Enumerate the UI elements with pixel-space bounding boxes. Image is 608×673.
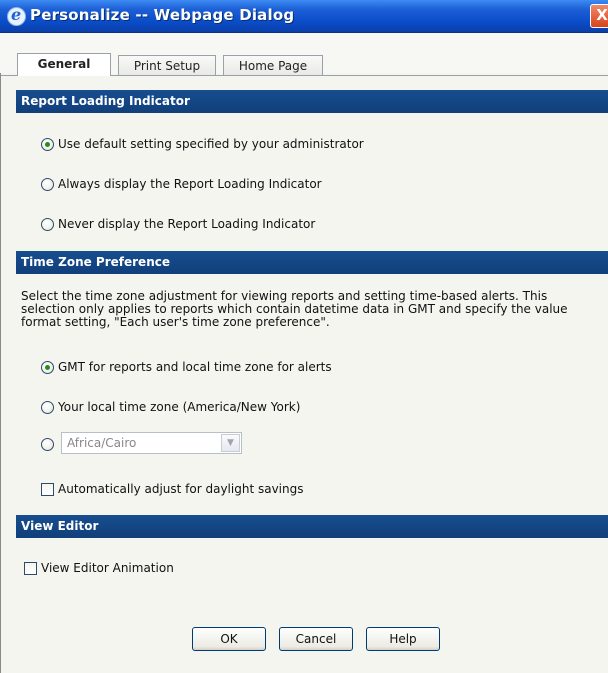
close-button[interactable]: X <box>590 4 608 28</box>
view-editor-animation-checkbox[interactable] <box>24 562 37 575</box>
time-zone-description: Select the time zone adjustment for view… <box>21 289 568 329</box>
radio-button-checked[interactable] <box>41 138 54 151</box>
cancel-button[interactable]: Cancel <box>279 627 353 651</box>
daylight-savings-option[interactable]: Automatically adjust for daylight saving… <box>41 481 303 497</box>
radio-label: Never display the Report Loading Indicat… <box>58 217 316 231</box>
radio-label: Always display the Report Loading Indica… <box>58 177 322 191</box>
tab-print-setup[interactable]: Print Setup <box>118 55 216 76</box>
view-editor-animation-option[interactable]: View Editor Animation <box>24 560 174 576</box>
time-zone-select[interactable]: Africa/Cairo ▼ <box>61 432 242 454</box>
radio-button[interactable] <box>41 401 54 414</box>
daylight-savings-checkbox[interactable] <box>41 483 54 496</box>
radio-option-always[interactable]: Always display the Report Loading Indica… <box>41 176 322 192</box>
radio-label: Use default setting specified by your ad… <box>58 137 364 151</box>
radio-button-checked[interactable] <box>41 361 54 374</box>
section-header-view-editor: View Editor <box>16 515 608 538</box>
select-value: Africa/Cairo <box>67 436 137 450</box>
checkbox-label: Automatically adjust for daylight saving… <box>58 482 304 496</box>
title-bar: Personalize -- Webpage Dialog X <box>0 0 608 33</box>
dialog-left-border <box>0 73 1 673</box>
chevron-down-icon[interactable]: ▼ <box>221 434 240 452</box>
radio-button[interactable] <box>41 178 54 191</box>
window-title: Personalize -- Webpage Dialog <box>30 6 295 24</box>
tab-general[interactable]: General <box>17 53 111 76</box>
help-button[interactable]: Help <box>366 627 440 651</box>
ok-button[interactable]: OK <box>192 627 266 651</box>
radio-label: Your local time zone (America/New York) <box>58 400 301 414</box>
radio-option-local-time-zone[interactable]: Your local time zone (America/New York) <box>41 399 300 415</box>
checkbox-label: View Editor Animation <box>41 561 174 575</box>
radio-option-never[interactable]: Never display the Report Loading Indicat… <box>41 216 315 232</box>
radio-option-default[interactable]: Use default setting specified by your ad… <box>41 136 364 152</box>
tab-home-page[interactable]: Home Page <box>223 55 323 76</box>
radio-option-gmt[interactable]: GMT for reports and local time zone for … <box>41 359 332 375</box>
radio-button[interactable] <box>41 218 54 231</box>
radio-option-select-zone[interactable] <box>41 436 58 452</box>
radio-label: GMT for reports and local time zone for … <box>58 360 332 374</box>
internet-explorer-icon <box>7 5 26 26</box>
radio-button[interactable] <box>41 438 54 451</box>
tab-strip: General Print Setup Home Page <box>0 33 608 76</box>
section-header-report-loading: Report Loading Indicator <box>16 90 608 113</box>
section-header-time-zone: Time Zone Preference <box>16 251 608 274</box>
